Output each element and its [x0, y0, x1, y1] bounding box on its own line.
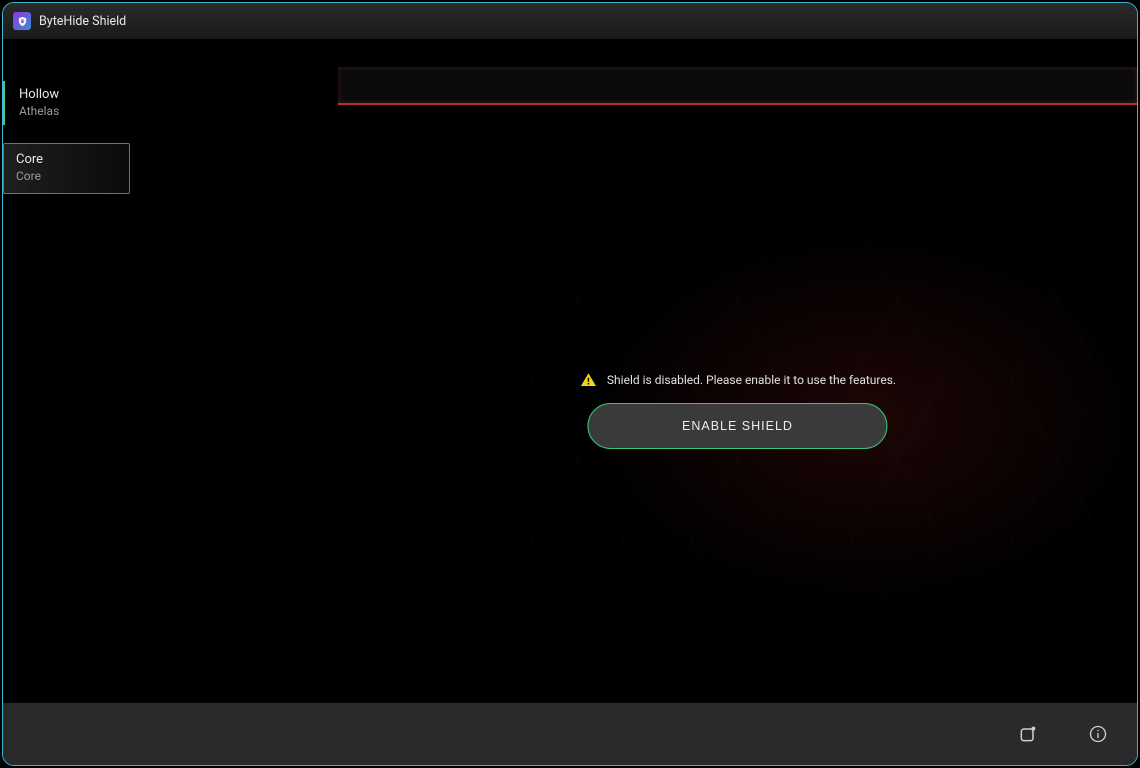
warning-icon: [579, 371, 597, 389]
sidebar-item-core[interactable]: Core Core: [3, 143, 130, 193]
sidebar: Hollow Athelas Core Core: [3, 39, 148, 703]
main-row: Hollow Athelas Core Core: [3, 39, 1137, 703]
enable-shield-button[interactable]: ENABLE SHIELD: [587, 403, 887, 449]
enable-shield-label: ENABLE SHIELD: [682, 419, 793, 433]
sidebar-item-label: Core: [16, 152, 117, 169]
sidebar-item-hollow[interactable]: Hollow Athelas: [3, 81, 148, 125]
sidebar-item-label: Hollow: [19, 87, 132, 104]
app-window: ByteHide Shield Hollow Athelas Core Core: [2, 2, 1138, 766]
footer: [3, 703, 1137, 765]
app-icon: [13, 12, 31, 30]
content-area: Shield is disabled. Please enable it to …: [148, 39, 1137, 703]
center-block: Shield is disabled. Please enable it to …: [579, 371, 896, 449]
sidebar-item-subtitle: Core: [16, 169, 117, 185]
content-topbar: [338, 67, 1137, 105]
sidebar-item-subtitle: Athelas: [19, 104, 132, 120]
warning-row: Shield is disabled. Please enable it to …: [579, 371, 896, 389]
open-external-icon[interactable]: [1017, 723, 1039, 745]
app-title: ByteHide Shield: [39, 14, 126, 29]
titlebar: ByteHide Shield: [3, 3, 1137, 39]
warning-text: Shield is disabled. Please enable it to …: [607, 373, 896, 387]
info-icon[interactable]: [1087, 723, 1109, 745]
